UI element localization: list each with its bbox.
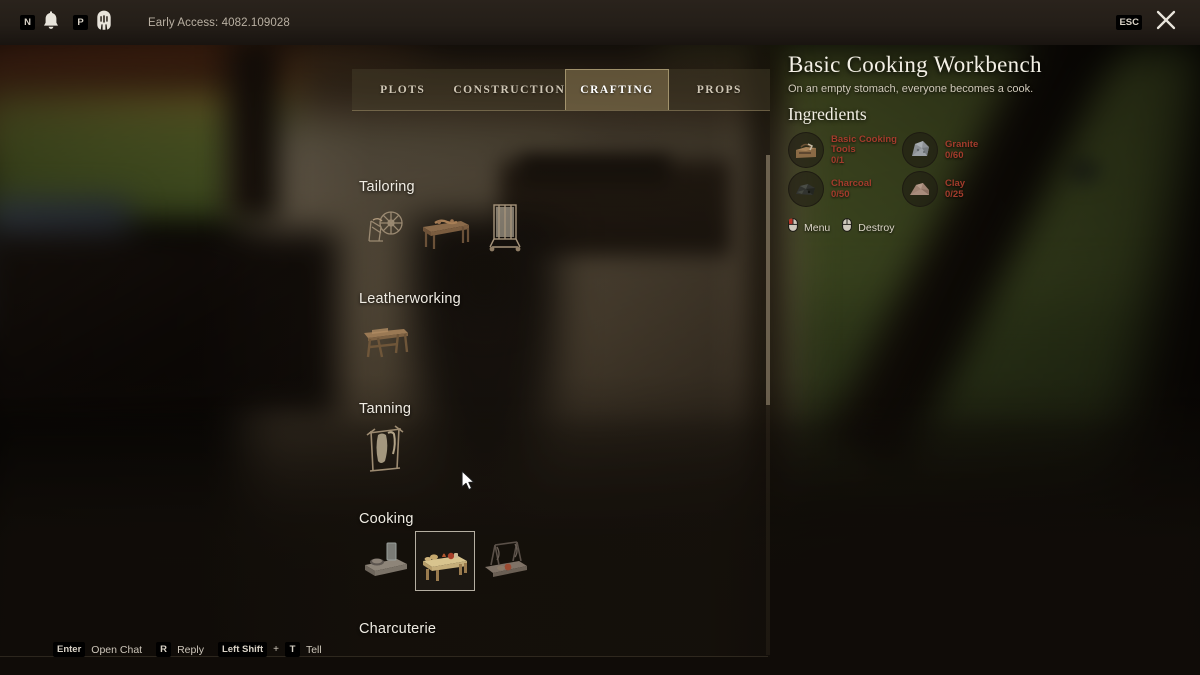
key-p-badge: P xyxy=(73,15,88,30)
close-x-icon[interactable] xyxy=(1154,8,1178,37)
key-left-shift-badge: Left Shift xyxy=(217,642,268,657)
notifications-shortcut[interactable]: N xyxy=(20,9,61,36)
tab-construction[interactable]: CONSTRUCTION xyxy=(453,69,565,110)
charcoal-icon xyxy=(788,171,824,208)
item-charcuterie-table[interactable] xyxy=(355,641,415,657)
key-r-badge: R xyxy=(156,642,172,657)
hint-label: Tell xyxy=(305,643,322,656)
crafting-panel: PLOTS CONSTRUCTION CRAFTING PROPS Tailor… xyxy=(0,45,770,657)
ingredient-name: Charcoal xyxy=(831,177,872,189)
ingredient-granite[interactable]: Granite 0/60 xyxy=(902,131,1016,169)
game-screen: N P Early Access: 4082.109028 ESC PLOTS … xyxy=(0,0,1200,675)
tab-plots[interactable]: PLOTS xyxy=(352,69,453,110)
ingredient-charcoal[interactable]: Charcoal 0/50 xyxy=(788,170,902,208)
key-joiner: + xyxy=(273,644,279,655)
hint-label: Open Chat xyxy=(91,643,143,656)
ingredient-name: Clay xyxy=(945,177,966,189)
category-items-row xyxy=(0,421,770,481)
ingredients-heading: Ingredients xyxy=(788,104,867,125)
ingredient-basic-cooking-tools[interactable]: Basic Cooking Tools 0/1 xyxy=(788,131,902,169)
hint-label: Reply xyxy=(177,643,204,656)
tab-props[interactable]: PROPS xyxy=(669,69,770,110)
mouse-right-click-icon xyxy=(842,218,853,237)
category-title: Cooking xyxy=(359,511,414,527)
category-cooking: Cooking xyxy=(0,511,770,591)
tab-crafting[interactable]: CRAFTING xyxy=(565,69,669,110)
crafting-category-list[interactable]: Tailoring Leatherworking Tanning Cooking… xyxy=(0,127,770,657)
category-leatherworking: Leatherworking xyxy=(0,291,770,371)
item-title: Basic Cooking Workbench xyxy=(788,52,1042,77)
ingredient-qty: 0/60 xyxy=(945,149,964,161)
granite-icon xyxy=(902,132,938,169)
list-scrollbar-thumb[interactable] xyxy=(766,155,770,405)
ingredient-name: Basic Cooking Tools xyxy=(831,133,897,155)
version-label: Early Access: 4082.109028 xyxy=(148,16,290,29)
ingredient-clay[interactable]: Clay 0/25 xyxy=(902,170,1016,208)
item-cooking-spit[interactable] xyxy=(475,531,535,591)
item-leatherworking-bench[interactable] xyxy=(355,311,415,371)
ingredient-name: Granite xyxy=(945,138,979,150)
character-shortcut[interactable]: P xyxy=(73,9,114,36)
category-tailoring: Tailoring xyxy=(0,179,770,259)
menu-action-label: Menu xyxy=(804,221,831,234)
esc-key-badge: ESC xyxy=(1116,15,1142,30)
category-items-row xyxy=(0,311,770,371)
item-detail-panel: Basic Cooking Workbench On an empty stom… xyxy=(788,52,1188,237)
category-title: Leatherworking xyxy=(359,291,461,307)
ingredient-qty: 0/25 xyxy=(945,188,964,200)
destroy-action-label: Destroy xyxy=(858,221,895,234)
hint-tell[interactable]: Left Shift + T Tell xyxy=(217,642,322,657)
clay-icon xyxy=(902,171,938,208)
panel-action-row: Menu Destroy xyxy=(788,218,1188,237)
category-items-row xyxy=(0,531,770,591)
top-bar: N P Early Access: 4082.109028 ESC xyxy=(0,0,1200,45)
item-spinning-wheel[interactable] xyxy=(355,199,415,259)
item-basic-cooking-workbench[interactable] xyxy=(415,531,475,591)
key-enter-badge: Enter xyxy=(53,642,86,657)
menu-action[interactable]: Menu xyxy=(788,218,830,237)
category-title: Charcuterie xyxy=(359,621,437,637)
hint-reply[interactable]: R Reply xyxy=(156,642,204,657)
hint-open-chat[interactable]: Enter Open Chat xyxy=(53,642,142,657)
list-scrollbar-track[interactable] xyxy=(766,155,770,655)
item-loom-frame[interactable] xyxy=(475,199,535,259)
category-title: Tanning xyxy=(359,401,412,417)
category-items-row xyxy=(0,199,770,259)
helmet-icon[interactable] xyxy=(94,9,114,36)
chat-hint-bar: Enter Open Chat R Reply Left Shift + T T… xyxy=(53,642,322,657)
item-tanning-rack[interactable] xyxy=(355,421,415,481)
item-description: On an empty stomach, everyone becomes a … xyxy=(788,83,1034,96)
mouse-left-click-icon xyxy=(788,218,798,237)
destroy-action[interactable]: Destroy xyxy=(842,218,894,237)
category-title: Tailoring xyxy=(359,179,415,195)
category-tanning: Tanning xyxy=(0,401,770,481)
item-cooking-hearth[interactable] xyxy=(355,531,415,591)
key-n-badge: N xyxy=(20,15,35,30)
category-tab-bar: PLOTS CONSTRUCTION CRAFTING PROPS xyxy=(352,69,770,111)
ingredients-grid: Basic Cooking Tools 0/1 Granite 0/60 Cha… xyxy=(788,131,1188,208)
ingredient-qty: 0/1 xyxy=(831,155,845,167)
bell-icon[interactable] xyxy=(41,9,61,36)
key-t-badge: T xyxy=(284,642,300,657)
ingredient-qty: 0/50 xyxy=(831,188,850,200)
toolbox-icon xyxy=(788,132,824,169)
item-tailoring-bench[interactable] xyxy=(415,199,475,259)
